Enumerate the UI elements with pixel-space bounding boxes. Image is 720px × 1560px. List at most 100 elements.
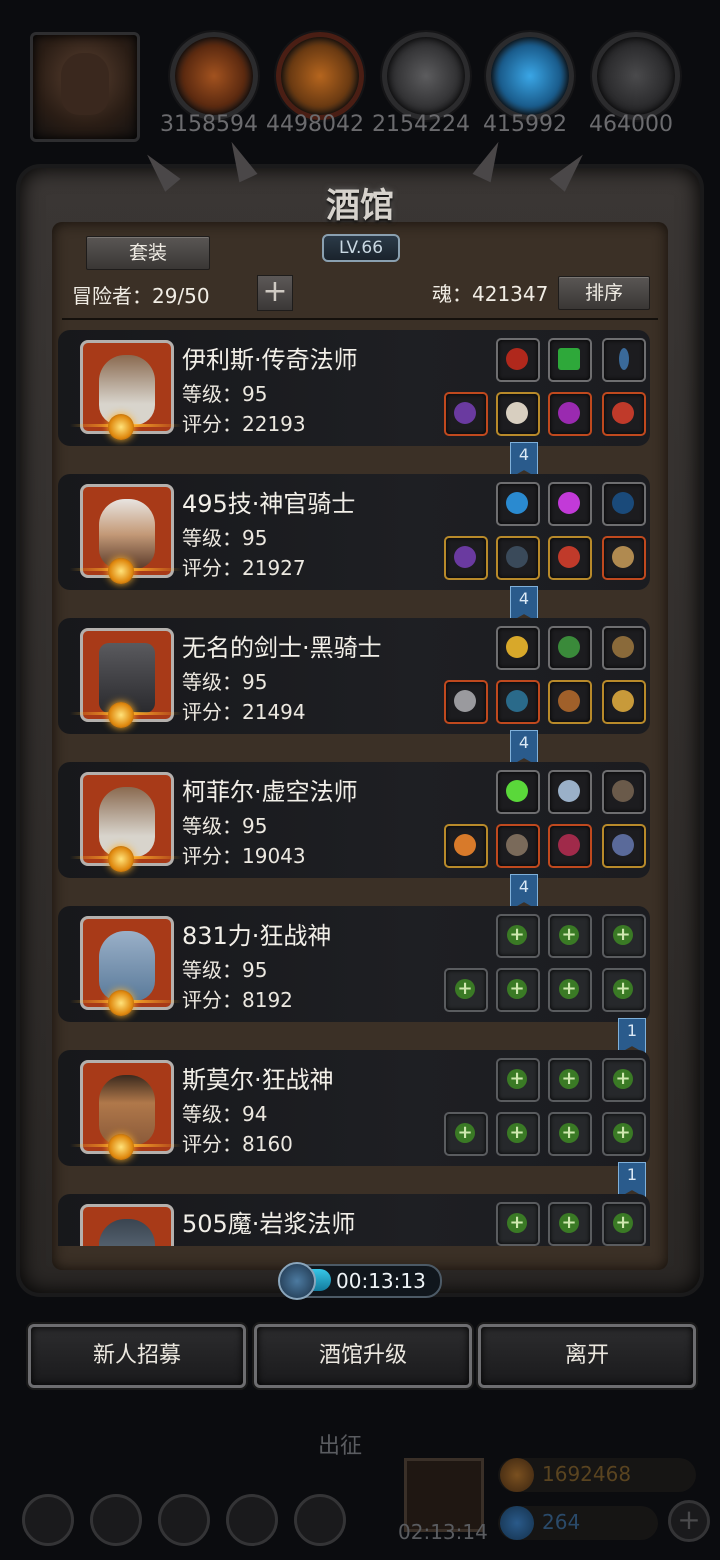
star-gear-icon: [108, 414, 134, 440]
empty-slot[interactable]: +: [548, 968, 592, 1012]
equip-slot[interactable]: [444, 824, 488, 868]
player-avatar[interactable]: [30, 32, 140, 142]
expedition-label: 出征: [318, 1434, 363, 1459]
equip-slot[interactable]: [548, 824, 592, 868]
equip-slot[interactable]: [548, 536, 592, 580]
empty-slot[interactable]: +: [548, 914, 592, 958]
upgrade-tavern-button[interactable]: 酒馆升级: [254, 1324, 472, 1388]
hero-level: 等级：95: [182, 526, 268, 550]
hero-card[interactable]: 495技·神官骑士 等级：95 评分：21927: [58, 474, 650, 590]
equip-slot[interactable]: [602, 338, 646, 382]
empty-slot[interactable]: +: [602, 914, 646, 958]
empty-slot[interactable]: +: [444, 1112, 488, 1156]
crystal-resource-icon[interactable]: [486, 32, 574, 120]
hero-score: 评分：8192: [182, 988, 293, 1012]
hero-name: 495技·神官骑士: [182, 490, 356, 518]
adventurer-count: 冒险者：29/50: [72, 284, 210, 308]
wood-resource-icon[interactable]: [276, 32, 364, 120]
orb-icon: [506, 492, 528, 514]
stone-resource-icon[interactable]: [592, 32, 680, 120]
hero-level: 等级：95: [182, 958, 268, 982]
equip-slot[interactable]: [548, 680, 592, 724]
rank-ribbon: 1: [618, 1018, 646, 1054]
equip-slot[interactable]: [496, 680, 540, 724]
iron-resource-icon[interactable]: [382, 32, 470, 120]
equip-slot[interactable]: [602, 482, 646, 526]
empty-slot[interactable]: +: [602, 1202, 646, 1246]
equip-slot[interactable]: [602, 392, 646, 436]
empty-slot[interactable]: +: [496, 1202, 540, 1246]
hero-card[interactable]: 无名的剑士·黑骑士 等级：95 评分：21494: [58, 618, 650, 734]
empty-slot[interactable]: +: [496, 1058, 540, 1102]
empty-slot[interactable]: +: [548, 1058, 592, 1102]
equip-slot[interactable]: [548, 338, 592, 382]
empty-slot[interactable]: +: [496, 914, 540, 958]
hero-card[interactable]: 柯菲尔·虚空法师 等级：95 评分：19043: [58, 762, 650, 878]
equip-slot[interactable]: [602, 824, 646, 868]
equip-slot[interactable]: [496, 770, 540, 814]
hero-name: 505魔·岩浆法师: [182, 1210, 356, 1238]
equip-slot[interactable]: [444, 536, 488, 580]
meat-resource-icon[interactable]: [170, 32, 258, 120]
hero-level: 等级：95: [182, 814, 268, 838]
equip-slot[interactable]: [548, 626, 592, 670]
empty-slot[interactable]: +: [496, 1112, 540, 1156]
equip-slot[interactable]: [602, 536, 646, 580]
player-face: [61, 53, 109, 115]
equip-slot[interactable]: [548, 770, 592, 814]
equip-slot[interactable]: [444, 392, 488, 436]
rank-ribbon: 4: [510, 730, 538, 766]
equip-slot[interactable]: [496, 824, 540, 868]
empty-slot[interactable]: +: [496, 968, 540, 1012]
empty-slot[interactable]: +: [602, 1058, 646, 1102]
mail-icon[interactable]: [226, 1494, 278, 1546]
empty-slot[interactable]: +: [602, 1112, 646, 1156]
equip-slot[interactable]: [548, 482, 592, 526]
add-icon: +: [507, 1069, 527, 1089]
equip-slot[interactable]: [548, 392, 592, 436]
gem-icon: [558, 492, 580, 514]
equip-slot[interactable]: [602, 770, 646, 814]
hero-list[interactable]: 伊利斯·传奇法师 等级：95 评分：22193 4 495技·神官骑士 等级：9…: [0, 322, 720, 1246]
add-icon: +: [455, 979, 475, 999]
equip-slot[interactable]: [496, 482, 540, 526]
gold-counter: 1692468: [498, 1458, 696, 1492]
equip-slot[interactable]: [496, 626, 540, 670]
sort-button[interactable]: 排序: [558, 276, 650, 310]
equip-slot[interactable]: [496, 536, 540, 580]
add-icon: +: [559, 925, 579, 945]
soul-count: 魂：421347: [432, 282, 549, 306]
book-icon[interactable]: [158, 1494, 210, 1546]
rank-ribbon: 1: [618, 1162, 646, 1198]
robe-icon: [506, 402, 528, 424]
pendant-icon: [612, 834, 634, 856]
hero-card[interactable]: 831力·狂战神 等级：95 评分：8192 + + + + + + +: [58, 906, 650, 1022]
add-gems-icon[interactable]: +: [668, 1500, 710, 1542]
equip-slot[interactable]: [602, 626, 646, 670]
add-icon: +: [559, 979, 579, 999]
leave-button[interactable]: 离开: [478, 1324, 696, 1388]
rank-ribbon: 4: [510, 874, 538, 910]
equip-slot[interactable]: [496, 392, 540, 436]
equip-slot[interactable]: [602, 680, 646, 724]
add-capacity-button[interactable]: +: [257, 275, 293, 311]
hero-card[interactable]: 伊利斯·传奇法师 等级：95 评分：22193: [58, 330, 650, 446]
hero-score: 评分：8160: [182, 1132, 293, 1156]
empty-slot[interactable]: +: [444, 968, 488, 1012]
hero-card[interactable]: 斯莫尔·狂战神 等级：94 评分：8160 + + + + + + +: [58, 1050, 650, 1166]
hero-icon[interactable]: [90, 1494, 142, 1546]
empty-slot[interactable]: +: [602, 968, 646, 1012]
hero-name: 831力·狂战神: [182, 922, 332, 950]
settings-icon[interactable]: [22, 1494, 74, 1546]
equip-slot[interactable]: [496, 338, 540, 382]
shop-icon[interactable]: [294, 1494, 346, 1546]
clock-icon: [278, 1262, 316, 1300]
empty-slot[interactable]: +: [548, 1202, 592, 1246]
armor-icon: [506, 546, 528, 568]
sword-icon: [454, 690, 476, 712]
recruit-button[interactable]: 新人招募: [28, 1324, 246, 1388]
equip-slot[interactable]: [444, 680, 488, 724]
hero-card[interactable]: 505魔·岩浆法师 + + +: [58, 1194, 650, 1246]
empty-slot[interactable]: +: [548, 1112, 592, 1156]
set-button[interactable]: 套装: [86, 236, 210, 270]
